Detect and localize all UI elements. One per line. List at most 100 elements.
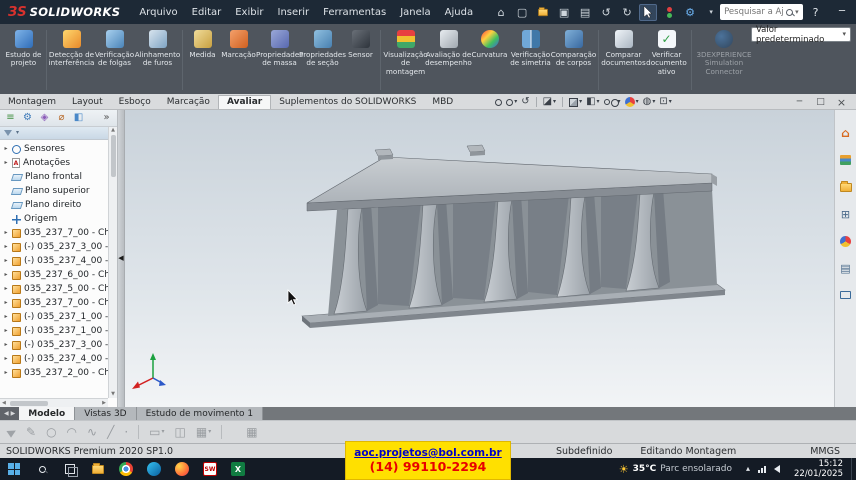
appearances-scenes-icon[interactable] (839, 234, 853, 248)
zoom-area-icon[interactable] (506, 99, 517, 106)
feature-tree-tab-icon[interactable] (4, 112, 17, 125)
show-desktop-button[interactable] (851, 458, 856, 480)
menu-editar[interactable]: Editar (185, 7, 229, 18)
point-tool-icon[interactable] (124, 426, 128, 438)
tab-marcacao[interactable]: Marcação (159, 96, 218, 109)
file-explorer-icon[interactable] (84, 458, 112, 480)
ribbon-button-curvatura[interactable]: Curvatura (470, 28, 509, 59)
tree-item-component[interactable]: (-) 035_237_4_00 - Ch (0, 254, 117, 268)
weather-widget[interactable]: 35°C Parc ensolarado (611, 464, 740, 475)
tree-item-plano-frontal[interactable]: Plano frontal (0, 170, 117, 184)
pattern-tool-icon[interactable] (196, 426, 211, 438)
solidworks-forum-icon[interactable] (839, 288, 853, 302)
tab-modelo[interactable]: Modelo (19, 407, 75, 420)
tree-item-component[interactable]: (-) 035_237_3_00 - C (0, 338, 117, 352)
scroll-up-icon[interactable] (111, 128, 115, 133)
preset-caret-icon[interactable] (842, 31, 846, 38)
undo-icon[interactable] (597, 4, 615, 21)
rectangle-tool-icon[interactable] (149, 426, 164, 438)
ribbon-button-visualizacao-de-montagem[interactable]: Visualização de montagem (384, 28, 427, 76)
tab-overflow-icon[interactable] (100, 112, 113, 125)
menu-janela[interactable]: Janela (393, 7, 437, 18)
tree-item-component[interactable]: 035_237_7_00 - Chap (0, 296, 117, 310)
taskbar-clock[interactable]: 15:12 22/01/2025 (786, 459, 851, 479)
hide-show-icon[interactable] (604, 99, 621, 105)
tab-scroll-left-icon[interactable] (4, 411, 9, 417)
network-icon[interactable] (758, 466, 766, 473)
tree-item-component[interactable]: 035_237_5_00 - Chap (0, 282, 117, 296)
property-manager-tab-icon[interactable] (21, 112, 34, 125)
edit-appearance-icon[interactable] (625, 97, 639, 107)
tab-montagem[interactable]: Montagem (0, 96, 64, 109)
task-view-icon[interactable] (56, 458, 84, 480)
new-document-icon[interactable] (513, 4, 531, 21)
ribbon-button-verificacao-de-simetria[interactable]: Verificação de simetria (509, 28, 552, 68)
print-icon[interactable] (576, 4, 594, 21)
volume-icon[interactable] (774, 465, 780, 473)
tab-suplementos[interactable]: Suplementos do SOLIDWORKS (271, 96, 424, 109)
taskbar-search-icon[interactable] (28, 458, 56, 480)
edge-icon[interactable] (140, 458, 168, 480)
document-close-icon[interactable] (833, 97, 850, 108)
tree-item-component[interactable]: (-) 035_237_1_00 - Ar (0, 310, 117, 324)
line-tool-icon[interactable] (107, 426, 114, 438)
configuration-manager-tab-icon[interactable] (38, 112, 51, 125)
help-icon[interactable]: ? (813, 6, 819, 19)
view-palette-icon[interactable] (839, 207, 853, 221)
options-gear-icon[interactable] (681, 4, 699, 21)
mirror-tool-icon[interactable] (175, 426, 186, 438)
tree-item-plano-direito[interactable]: Plano direito (0, 198, 117, 212)
ad-banner-email[interactable]: aoc.projetos@bol.com.br (354, 447, 502, 459)
tab-layout[interactable]: Layout (64, 96, 111, 109)
section-view-icon[interactable] (543, 97, 556, 107)
display-style-icon[interactable] (586, 97, 599, 107)
firefox-icon[interactable] (168, 458, 196, 480)
help-search-box[interactable] (720, 4, 803, 20)
ribbon-button-avaliacao-de-desempenho[interactable]: Avaliação de desempenho (427, 28, 470, 68)
document-minimize-icon[interactable] (791, 97, 808, 108)
search-input[interactable] (724, 7, 784, 17)
tab-mbd[interactable]: MBD (424, 96, 461, 109)
ribbon-button-verificacao-de-folgas[interactable]: Verificação de folgas (93, 28, 136, 68)
tab-vistas-3d[interactable]: Vistas 3D (75, 407, 136, 420)
ribbon-button-deteccao-de-interferencia[interactable]: Detecção de interferência (50, 28, 93, 68)
tree-item-component[interactable]: 035_237_7_00 - Chap (0, 226, 117, 240)
filter-caret-icon[interactable] (16, 130, 19, 136)
menu-inserir[interactable]: Inserir (271, 7, 317, 18)
tree-horizontal-scrollbar[interactable] (0, 398, 108, 407)
appearance-icon[interactable] (660, 4, 678, 21)
tab-estudo-de-movimento[interactable]: Estudo de movimento 1 (137, 407, 264, 420)
custom-properties-icon[interactable] (839, 261, 853, 275)
view-settings-icon[interactable] (659, 97, 671, 107)
ribbon-button-comparar-documentos[interactable]: Comparar documentos (602, 28, 645, 68)
minimize-icon[interactable] (828, 0, 855, 24)
scroll-left-icon[interactable] (2, 401, 6, 406)
select-tool-icon[interactable] (6, 426, 17, 437)
tray-expand-icon[interactable] (746, 465, 750, 473)
ribbon-button-alinhamento-de-furos[interactable]: Alinhamento de furos (136, 28, 179, 68)
solidworks-resources-icon[interactable] (839, 126, 853, 140)
ribbon-button-comparacao-de-corpos[interactable]: Comparação de corpos (552, 28, 595, 68)
tree-item-component[interactable]: 035_237_6_00 - Chap (0, 268, 117, 282)
scroll-right-icon[interactable] (102, 401, 106, 406)
ribbon-button-3dexperience[interactable]: 3DEXPERIENCE Simulation Connector (695, 28, 753, 76)
tree-item-component[interactable]: (-) 035_237_1_00 - Ar (0, 324, 117, 338)
view-orientation-icon[interactable] (569, 98, 582, 107)
previous-view-icon[interactable] (521, 97, 529, 107)
menu-arquivo[interactable]: Arquivo (132, 7, 184, 18)
ribbon-button-medida[interactable]: Medida (186, 28, 219, 59)
chrome-icon[interactable] (112, 458, 140, 480)
search-icon[interactable] (786, 9, 793, 16)
ribbon-button-verificar-documento-ativo[interactable]: Verificar documento ativo (645, 28, 688, 76)
open-document-icon[interactable] (534, 4, 552, 21)
circle-tool-icon[interactable] (46, 426, 56, 438)
search-dropdown-caret-icon[interactable] (795, 9, 799, 16)
redo-icon[interactable] (618, 4, 636, 21)
start-icon[interactable] (0, 458, 28, 480)
save-icon[interactable] (555, 4, 573, 21)
tab-scroll-right-icon[interactable] (11, 411, 16, 417)
graphics-area[interactable] (125, 110, 834, 407)
scrollbar-thumb[interactable] (111, 135, 116, 177)
tab-avaliar[interactable]: Avaliar (218, 95, 271, 109)
options-dropdown-caret-icon[interactable] (702, 4, 720, 21)
